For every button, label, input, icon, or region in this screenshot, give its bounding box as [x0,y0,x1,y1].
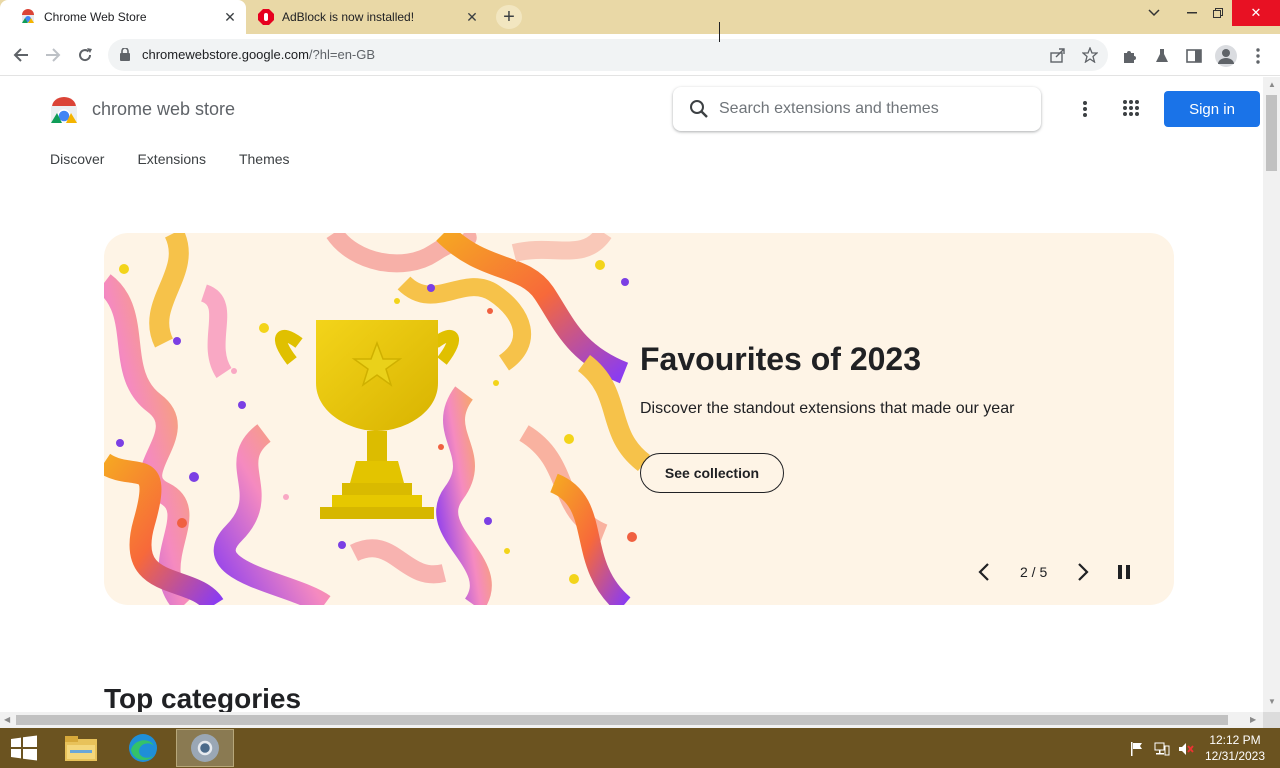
chrome-web-store-logo-icon[interactable] [50,97,78,123]
hero-subtitle: Discover the standout extensions that ma… [640,400,1015,417]
scrollbar-corner [1263,712,1280,728]
sign-in-button[interactable]: Sign in [1164,91,1260,127]
action-center-flag-icon[interactable] [1130,742,1146,756]
file-explorer-folder-icon[interactable] [52,729,110,767]
chrome-web-store-favicon-icon [20,9,36,25]
profile-avatar-icon[interactable] [1214,44,1238,68]
reload-icon[interactable] [70,40,100,70]
url-path: /?hl=en-GB [308,47,376,62]
tab-chrome-web-store[interactable]: Chrome Web Store ✕ [0,0,246,34]
vertical-scroll-thumb[interactable] [1266,95,1277,171]
windows-taskbar: 12:12 PM 12/31/2023 [0,728,1280,768]
hero-title: Favourites of 2023 [640,341,921,377]
new-tab-button[interactable]: + [496,5,522,29]
tab-adblock[interactable]: AdBlock is now installed! ✕ [250,0,488,34]
side-panel-icon[interactable] [1184,46,1204,66]
nav-themes[interactable]: Themes [239,151,290,167]
labs-flask-icon[interactable] [1152,46,1172,66]
search-box[interactable] [673,87,1041,131]
start-windows-icon[interactable] [0,729,48,767]
clock-date: 12/31/2023 [1204,749,1266,763]
trophy-confetti-illustration [104,233,651,605]
hero-carousel: Favourites of 2023 Discover the standout… [104,233,1174,605]
more-options-kebab-icon[interactable] [1075,97,1095,121]
text-cursor [719,22,720,42]
tab-title: AdBlock is now installed! [282,10,415,24]
lock-icon[interactable] [120,47,130,66]
carousel-counter: 2 / 5 [1020,564,1048,580]
volume-muted-icon[interactable] [1178,742,1194,756]
horizontal-scroll-thumb[interactable] [16,715,1228,725]
scroll-right-arrow-icon[interactable]: ▶ [1250,715,1256,724]
close-tab-icon[interactable]: ✕ [462,7,482,27]
horizontal-scrollbar[interactable]: ◀ ▶ [0,712,1263,728]
pause-icon[interactable] [1116,563,1132,581]
forward-arrow-icon[interactable] [38,40,68,70]
scroll-down-arrow-icon[interactable]: ▼ [1268,697,1276,706]
vertical-scrollbar[interactable]: ▲ ▼ [1263,77,1280,712]
search-input[interactable] [719,87,1029,131]
url-host: chromewebstore.google.com [142,47,309,62]
clock[interactable]: 12:12 PM 12/31/2023 [1200,732,1270,764]
edge-browser-icon[interactable] [114,729,172,767]
extensions-puzzle-icon[interactable] [1120,46,1140,66]
chrome-taskbar-icon[interactable] [176,729,234,767]
nav-extensions[interactable]: Extensions [137,151,205,167]
scroll-left-arrow-icon[interactable]: ◀ [4,715,10,724]
share-icon[interactable] [1048,45,1068,65]
top-categories-heading: Top categories [104,683,302,712]
network-icon[interactable] [1154,742,1170,756]
clock-time: 12:12 PM [1209,733,1261,747]
close-window-icon[interactable]: ✕ [1232,0,1280,26]
tab-title: Chrome Web Store [44,10,147,24]
close-tab-icon[interactable]: ✕ [220,7,240,27]
url-text: chromewebstore.google.com/?hl=en-GB [142,47,375,62]
browser-menu-kebab-icon[interactable] [1248,46,1268,66]
adblock-icon [258,9,274,25]
see-collection-button[interactable]: See collection [640,453,784,493]
search-icon [689,99,709,124]
browser-toolbar: chromewebstore.google.com/?hl=en-GB [0,34,1280,76]
bookmark-star-icon[interactable] [1080,45,1100,65]
brand-name[interactable]: chrome web store [92,99,235,120]
address-bar[interactable]: chromewebstore.google.com/?hl=en-GB [108,39,1108,71]
back-arrow-icon[interactable] [6,40,36,70]
main-nav: Discover Extensions Themes [50,151,323,167]
scroll-up-arrow-icon[interactable]: ▲ [1268,80,1276,89]
title-bar: Chrome Web Store ✕ AdBlock is now instal… [0,0,1280,34]
web-page: chrome web store Sign in Discover Extens… [0,77,1263,712]
nav-discover[interactable]: Discover [50,151,104,167]
chevron-right-icon[interactable] [1074,561,1092,583]
google-apps-grid-icon[interactable] [1122,99,1142,119]
chevron-left-icon[interactable] [975,561,993,583]
